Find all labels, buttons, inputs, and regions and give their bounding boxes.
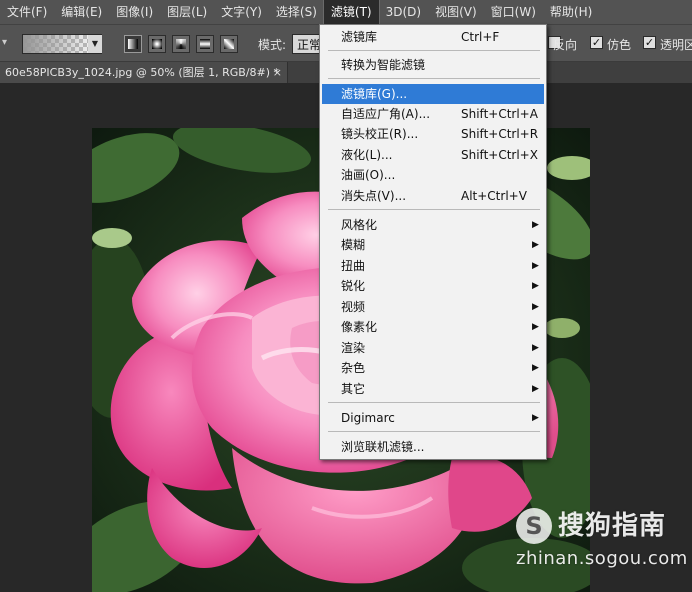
filter-adaptive-wide-angle[interactable]: 自适应广角(A)... Shift+Ctrl+A	[322, 104, 544, 124]
menu-item-label: 滤镜库	[341, 30, 378, 44]
submenu-arrow-icon: ▶	[532, 281, 539, 291]
shortcut-label: Shift+Ctrl+A	[461, 107, 538, 121]
shortcut-label: Alt+Ctrl+V	[461, 189, 527, 203]
radial-gradient-icon	[152, 39, 162, 49]
document-tab-title: 60e58PICB3y_1024.jpg @ 50% (图层 1, RGB/8#…	[5, 66, 280, 79]
submenu-arrow-icon: ▶	[532, 302, 539, 312]
menu-layer[interactable]: 图层(L)	[160, 0, 214, 24]
menu-item-label: 风格化	[341, 218, 378, 232]
submenu-arrow-icon: ▶	[532, 413, 539, 423]
diamond-gradient-button[interactable]	[220, 35, 238, 53]
transparency-label: 透明区	[660, 38, 692, 52]
filter-other[interactable]: 其它 ▶	[322, 379, 544, 399]
menu-view[interactable]: 视图(V)	[428, 0, 484, 24]
menu-divider	[328, 402, 540, 403]
filter-oil-paint[interactable]: 油画(O)...	[322, 165, 544, 185]
watermark-url: zhinan.sogou.com	[516, 548, 688, 569]
filter-browse-online[interactable]: 浏览联机滤镜...	[322, 437, 544, 457]
sogou-watermark: S 搜狗指南 zhinan.sogou.com	[514, 506, 688, 580]
menu-select[interactable]: 选择(S)	[269, 0, 324, 24]
menu-item-label: 转换为智能滤镜	[341, 58, 426, 72]
mode-label: 模式:	[258, 38, 287, 52]
linear-gradient-icon	[128, 39, 138, 49]
menu-item-label: Digimarc	[341, 411, 395, 425]
linear-gradient-button[interactable]	[124, 35, 142, 53]
menu-divider	[328, 431, 540, 432]
watermark-text: 搜狗指南	[558, 511, 667, 541]
filter-sharpen[interactable]: 锐化 ▶	[322, 276, 544, 296]
sogou-logo-icon: S	[516, 508, 552, 544]
menu-window[interactable]: 窗口(W)	[484, 0, 543, 24]
menu-item-label: 渲染	[341, 341, 366, 355]
filter-liquify[interactable]: 液化(L)... Shift+Ctrl+X	[322, 145, 544, 165]
filter-vanishing-point[interactable]: 消失点(V)... Alt+Ctrl+V	[322, 186, 544, 206]
tool-preset-arrow-icon[interactable]: ▾	[2, 37, 10, 49]
angle-gradient-icon	[176, 39, 186, 49]
menu-bar: 文件(F) 编辑(E) 图像(I) 图层(L) 文字(Y) 选择(S) 滤镜(T…	[0, 0, 692, 25]
menu-item-label: 自适应广角(A)...	[341, 107, 431, 121]
menu-divider	[328, 78, 540, 79]
menu-3d[interactable]: 3D(D)	[379, 0, 428, 24]
menu-divider	[328, 209, 540, 210]
menu-type[interactable]: 文字(Y)	[214, 0, 269, 24]
menu-item-label: 模糊	[341, 238, 366, 252]
submenu-arrow-icon: ▶	[532, 384, 539, 394]
filter-distort[interactable]: 扭曲 ▶	[322, 256, 544, 276]
menu-item-label: 镜头校正(R)...	[341, 127, 419, 141]
filter-gallery[interactable]: 滤镜库(G)...	[322, 84, 544, 104]
document-tab[interactable]: 60e58PICB3y_1024.jpg @ 50% (图层 1, RGB/8#…	[0, 62, 288, 83]
menu-file[interactable]: 文件(F)	[0, 0, 54, 24]
reverse-label: 反向	[553, 38, 578, 52]
menu-item-label: 油画(O)...	[341, 168, 396, 182]
gradient-picker-dropdown-icon[interactable]: ▼	[88, 35, 102, 53]
menu-item-label: 液化(L)...	[341, 148, 393, 162]
menu-item-label: 消失点(V)...	[341, 189, 407, 203]
menu-item-label: 滤镜库(G)...	[341, 87, 408, 101]
transparency-checkbox[interactable]: ✓	[643, 36, 656, 49]
reflected-gradient-button[interactable]	[196, 35, 214, 53]
menu-item-label: 杂色	[341, 361, 366, 375]
menu-item-label: 扭曲	[341, 259, 366, 273]
filter-video[interactable]: 视频 ▶	[322, 297, 544, 317]
menu-edit[interactable]: 编辑(E)	[54, 0, 109, 24]
filter-blur[interactable]: 模糊 ▶	[322, 235, 544, 255]
diamond-gradient-icon	[224, 39, 234, 49]
filter-convert-smart[interactable]: 转换为智能滤镜	[322, 55, 544, 75]
shortcut-label: Shift+Ctrl+X	[461, 148, 538, 162]
menu-item-label: 视频	[341, 300, 366, 314]
menu-help[interactable]: 帮助(H)	[543, 0, 599, 24]
menu-divider	[328, 50, 540, 51]
menu-item-label: 其它	[341, 382, 366, 396]
radial-gradient-button[interactable]	[148, 35, 166, 53]
menu-item-label: 像素化	[341, 320, 378, 334]
shortcut-label: Shift+Ctrl+R	[461, 127, 539, 141]
filter-digimarc[interactable]: Digimarc ▶	[322, 408, 544, 428]
menu-item-label: 锐化	[341, 279, 366, 293]
menu-item-label: 浏览联机滤镜...	[341, 440, 425, 454]
submenu-arrow-icon: ▶	[532, 261, 539, 271]
submenu-arrow-icon: ▶	[532, 363, 539, 373]
close-icon[interactable]: ×	[273, 62, 282, 83]
submenu-arrow-icon: ▶	[532, 343, 539, 353]
dither-checkbox[interactable]: ✓	[590, 36, 603, 49]
submenu-arrow-icon: ▶	[532, 240, 539, 250]
filter-noise[interactable]: 杂色 ▶	[322, 358, 544, 378]
angle-gradient-button[interactable]	[172, 35, 190, 53]
filter-last-gallery[interactable]: 滤镜库 Ctrl+F	[322, 27, 544, 47]
submenu-arrow-icon: ▶	[532, 220, 539, 230]
filter-menu: 滤镜库 Ctrl+F 转换为智能滤镜 滤镜库(G)... 自适应广角(A)...…	[319, 24, 547, 460]
filter-render[interactable]: 渲染 ▶	[322, 338, 544, 358]
shortcut-label: Ctrl+F	[461, 30, 500, 44]
filter-stylize[interactable]: 风格化 ▶	[322, 215, 544, 235]
menu-image[interactable]: 图像(I)	[109, 0, 160, 24]
filter-lens-correction[interactable]: 镜头校正(R)... Shift+Ctrl+R	[322, 124, 544, 144]
dither-label: 仿色	[607, 38, 632, 52]
submenu-arrow-icon: ▶	[532, 322, 539, 332]
menu-filter[interactable]: 滤镜(T)	[322, 0, 380, 25]
filter-pixelate[interactable]: 像素化 ▶	[322, 317, 544, 337]
reflected-gradient-icon	[200, 39, 210, 49]
